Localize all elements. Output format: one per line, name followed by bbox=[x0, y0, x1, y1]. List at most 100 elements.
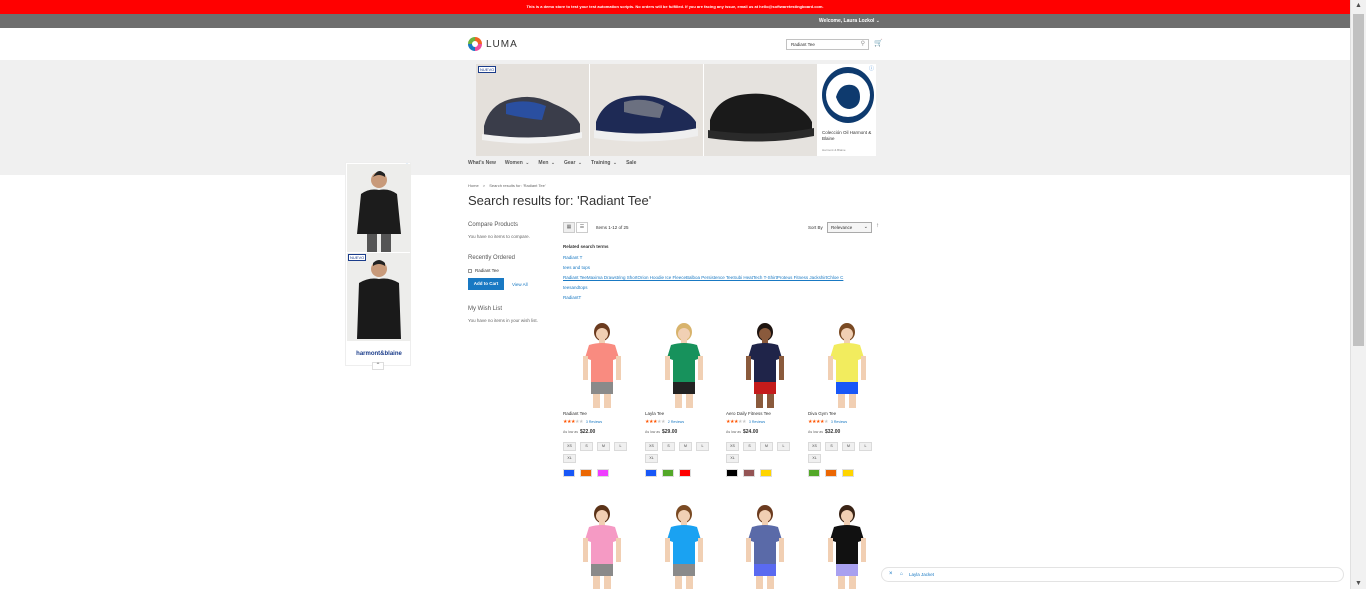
top-ad-banner[interactable]: NUEVO ⓘ Colección Oil Harmont & Blaine H… bbox=[476, 64, 876, 156]
reviews-link[interactable]: 3 Reviews bbox=[586, 420, 602, 424]
related-term-link[interactable]: Radiant TeeMaxima Drawstring ShortOrion … bbox=[563, 273, 855, 283]
size-swatch[interactable]: XL bbox=[563, 454, 576, 463]
color-swatch[interactable] bbox=[662, 469, 674, 477]
size-swatch[interactable]: XS bbox=[563, 442, 576, 451]
search-input[interactable]: Radiant Tee ⚲ bbox=[786, 39, 869, 50]
nav-item-men[interactable]: Men ⌄ bbox=[538, 160, 555, 166]
size-swatch[interactable]: S bbox=[825, 442, 838, 451]
reviews-link[interactable]: 2 Reviews bbox=[668, 420, 684, 424]
customer-welcome-menu[interactable]: Welcome, Laura Lozkol ⌄ bbox=[819, 14, 880, 28]
recently-ordered-checkbox[interactable] bbox=[468, 268, 472, 273]
size-swatch[interactable]: L bbox=[696, 442, 709, 451]
nav-item-whats-new[interactable]: What's New bbox=[468, 160, 496, 166]
search-icon[interactable]: ⚲ bbox=[861, 41, 865, 48]
size-swatch[interactable]: S bbox=[580, 442, 593, 451]
size-swatch[interactable]: M bbox=[679, 442, 692, 451]
wishlist-empty-text: You have no items in your wish list. bbox=[468, 318, 538, 323]
color-swatch[interactable] bbox=[842, 469, 854, 477]
shoe-image[interactable] bbox=[476, 64, 589, 156]
product-name[interactable]: Layla Tee bbox=[645, 411, 723, 416]
color-swatch[interactable] bbox=[808, 469, 820, 477]
product-image[interactable] bbox=[645, 500, 723, 589]
nav-item-training[interactable]: Training ⌄ bbox=[591, 160, 617, 166]
shoe-image[interactable] bbox=[590, 64, 703, 156]
size-swatch[interactable]: M bbox=[842, 442, 855, 451]
size-swatch[interactable]: L bbox=[859, 442, 872, 451]
product-image[interactable] bbox=[563, 500, 641, 589]
chip-text[interactable]: Layla Jacket bbox=[909, 568, 934, 581]
product-name[interactable]: Aero Daily Fitness Tee bbox=[726, 411, 804, 416]
close-icon[interactable]: × bbox=[889, 568, 893, 581]
size-swatch[interactable]: XL bbox=[645, 454, 658, 463]
cart-icon[interactable]: 🛒 bbox=[874, 40, 883, 48]
breadcrumb-home[interactable]: Home bbox=[468, 183, 479, 188]
size-swatch[interactable]: XS bbox=[645, 442, 658, 451]
color-swatch[interactable] bbox=[645, 469, 657, 477]
size-swatch[interactable]: XL bbox=[726, 454, 739, 463]
size-swatch[interactable]: XS bbox=[808, 442, 821, 451]
product-name[interactable]: Radiant Tee bbox=[563, 411, 641, 416]
color-swatch[interactable] bbox=[825, 469, 837, 477]
jacket-image[interactable] bbox=[347, 164, 411, 252]
grid-view-button[interactable]: ▦ bbox=[563, 222, 575, 233]
nav-item-women[interactable]: Women ⌄ bbox=[505, 160, 530, 166]
view-all-link[interactable]: View All bbox=[512, 282, 528, 287]
side-ad[interactable]: ⓘ NUEVO harmont&blaine bbox=[345, 162, 411, 366]
shoe-image[interactable] bbox=[704, 64, 817, 156]
product-image[interactable] bbox=[563, 318, 641, 408]
related-term-link[interactable]: RadiantT bbox=[563, 293, 863, 303]
product-item[interactable]: Aero Daily Fitness Tee ★★★★★ 3 Reviews A… bbox=[726, 318, 804, 477]
nav-item-sale[interactable]: Sale bbox=[626, 160, 636, 166]
size-swatch[interactable]: S bbox=[662, 442, 675, 451]
ad-info-icon[interactable]: ⓘ bbox=[869, 65, 874, 72]
color-swatch[interactable] bbox=[726, 469, 738, 477]
size-swatch[interactable]: L bbox=[777, 442, 790, 451]
product-item[interactable]: Layla Tee ★★★★★ 2 Reviews As low as $29.… bbox=[645, 318, 723, 477]
color-swatch[interactable] bbox=[580, 469, 592, 477]
product-image[interactable] bbox=[645, 318, 723, 408]
add-to-cart-button[interactable]: Add to Cart bbox=[468, 278, 504, 290]
jacket-image[interactable] bbox=[347, 253, 411, 341]
product-image[interactable] bbox=[726, 318, 804, 408]
product-item[interactable] bbox=[645, 500, 723, 589]
product-image[interactable] bbox=[726, 500, 804, 589]
related-term-link[interactable]: teesandtops bbox=[563, 283, 863, 293]
size-swatch[interactable]: M bbox=[760, 442, 773, 451]
scroll-down-arrow-icon[interactable]: ▼ bbox=[1355, 580, 1362, 587]
sort-by-select[interactable]: Relevance ⌄ bbox=[827, 222, 872, 233]
size-swatch[interactable]: XS bbox=[726, 442, 739, 451]
reviews-link[interactable]: 3 Reviews bbox=[831, 420, 847, 424]
product-item[interactable] bbox=[726, 500, 804, 589]
product-item[interactable] bbox=[563, 500, 641, 589]
reviews-link[interactable]: 3 Reviews bbox=[749, 420, 765, 424]
color-swatch[interactable] bbox=[563, 469, 575, 477]
product-item[interactable]: Diva Gym Tee ★★★★★ 3 Reviews As low as $… bbox=[808, 318, 886, 477]
luma-logo[interactable]: LUMA bbox=[468, 37, 518, 51]
list-view-button[interactable]: ☰ bbox=[576, 222, 588, 233]
product-item[interactable] bbox=[808, 500, 886, 589]
scroll-up-arrow-icon[interactable]: ▲ bbox=[1355, 2, 1362, 9]
related-term-link[interactable]: tees and tops bbox=[563, 263, 863, 273]
size-swatch[interactable]: L bbox=[614, 442, 627, 451]
color-swatch[interactable] bbox=[679, 469, 691, 477]
product-image[interactable] bbox=[808, 318, 886, 408]
color-swatch[interactable] bbox=[597, 469, 609, 477]
product-item[interactable]: Radiant Tee ★★★★★ 3 Reviews As low as $2… bbox=[563, 318, 641, 477]
color-swatch[interactable] bbox=[760, 469, 772, 477]
chevron-down-icon: ⌄ bbox=[863, 224, 868, 230]
color-swatch[interactable] bbox=[743, 469, 755, 477]
vertical-scrollbar[interactable]: ▲ ▼ bbox=[1350, 0, 1366, 589]
size-swatch[interactable]: M bbox=[597, 442, 610, 451]
scrollbar-thumb[interactable] bbox=[1353, 14, 1364, 346]
collapse-ad-button[interactable]: ⌃ bbox=[372, 362, 384, 370]
size-swatch[interactable]: S bbox=[743, 442, 756, 451]
product-name[interactable]: Diva Gym Tee bbox=[808, 411, 886, 416]
ad-card[interactable]: ⓘ Colección Oil Harmont & Blaine Harmont… bbox=[820, 64, 876, 156]
search-suggestion-chip[interactable]: × ⌂ Layla Jacket bbox=[881, 567, 1344, 582]
recently-ordered-product[interactable]: Radiant Tee bbox=[475, 268, 499, 273]
nav-item-gear[interactable]: Gear ⌄ bbox=[564, 160, 582, 166]
sort-direction-arrow-icon[interactable]: ↑ bbox=[876, 223, 879, 229]
related-term-link[interactable]: Radiant T bbox=[563, 253, 863, 263]
product-image[interactable] bbox=[808, 500, 886, 589]
size-swatch[interactable]: XL bbox=[808, 454, 821, 463]
